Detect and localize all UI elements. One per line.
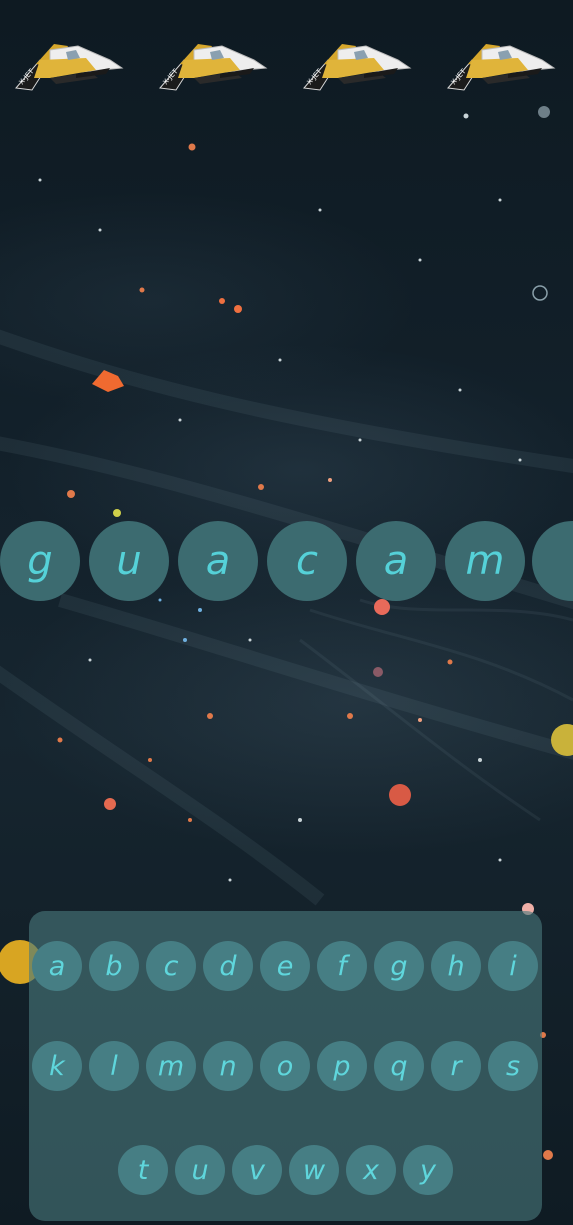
key-button[interactable]: v xyxy=(232,1145,282,1195)
letter-tile-text: m xyxy=(465,538,505,584)
key-label: f xyxy=(337,950,347,982)
letter-tile-text: c xyxy=(296,538,318,584)
key-label: n xyxy=(219,1050,237,1082)
key-button[interactable]: x xyxy=(346,1145,396,1195)
spaceship-icon: X-JET xyxy=(442,38,558,96)
letter-tile-text: u xyxy=(116,538,142,584)
key-label: m xyxy=(157,1050,185,1082)
key-label: k xyxy=(49,1050,65,1082)
key-label: s xyxy=(505,1050,521,1082)
letter-tile: g xyxy=(0,521,80,601)
key-label: a xyxy=(48,950,66,982)
key-button[interactable]: m xyxy=(146,1041,196,1091)
key-label: x xyxy=(363,1154,379,1186)
key-label: p xyxy=(333,1050,351,1082)
key-label: q xyxy=(390,1050,408,1082)
letter-tile-text: a xyxy=(205,538,231,584)
key-button[interactable]: n xyxy=(203,1041,253,1091)
key-label: i xyxy=(509,950,517,982)
key-label: v xyxy=(249,1154,265,1186)
key-label: t xyxy=(137,1154,149,1186)
letter-tile: c xyxy=(267,521,347,601)
key-label: l xyxy=(110,1050,118,1082)
key-button[interactable]: q xyxy=(374,1041,424,1091)
letter-tile-text: g xyxy=(27,538,53,584)
key-label: u xyxy=(191,1154,209,1186)
key-button[interactable]: f xyxy=(317,941,367,991)
key-button[interactable]: t xyxy=(118,1145,168,1195)
key-button[interactable]: c xyxy=(146,941,196,991)
letter-tile: a xyxy=(178,521,258,601)
key-button[interactable]: a xyxy=(32,941,82,991)
key-button[interactable]: y xyxy=(403,1145,453,1195)
letter-tile: a xyxy=(356,521,436,601)
key-button[interactable]: g xyxy=(374,941,424,991)
key-button[interactable]: l xyxy=(89,1041,139,1091)
key-button[interactable]: d xyxy=(203,941,253,991)
key-button[interactable]: b xyxy=(89,941,139,991)
letter-keyboard: a b c d e f g h i k l m n o p q r s t u … xyxy=(29,911,542,1221)
word-tiles: g u a c a m xyxy=(0,521,573,603)
key-label: r xyxy=(450,1050,462,1082)
key-label: o xyxy=(276,1050,294,1082)
key-label: g xyxy=(390,950,408,982)
key-label: d xyxy=(219,950,237,982)
key-button[interactable]: s xyxy=(488,1041,538,1091)
key-button[interactable]: u xyxy=(175,1145,225,1195)
key-button[interactable]: e xyxy=(260,941,310,991)
key-button[interactable]: o xyxy=(260,1041,310,1091)
key-label: c xyxy=(163,950,179,982)
key-label: h xyxy=(447,950,465,982)
key-label: w xyxy=(302,1154,326,1186)
spaceship-icon: X-JET xyxy=(154,38,270,96)
key-label: y xyxy=(420,1154,436,1186)
key-button[interactable]: h xyxy=(431,941,481,991)
letter-tile: u xyxy=(89,521,169,601)
key-button[interactable]: p xyxy=(317,1041,367,1091)
letter-tile-text: a xyxy=(383,538,409,584)
spaceship-icon: X-JET xyxy=(298,38,414,96)
key-button[interactable]: k xyxy=(32,1041,82,1091)
letter-tile: m xyxy=(445,521,525,601)
key-label: e xyxy=(276,950,294,982)
key-label: b xyxy=(105,950,123,982)
spaceship-icon: X-JET xyxy=(10,38,126,96)
key-button[interactable]: w xyxy=(289,1145,339,1195)
key-button[interactable]: i xyxy=(488,941,538,991)
letter-tile xyxy=(532,521,573,601)
key-button[interactable]: r xyxy=(431,1041,481,1091)
